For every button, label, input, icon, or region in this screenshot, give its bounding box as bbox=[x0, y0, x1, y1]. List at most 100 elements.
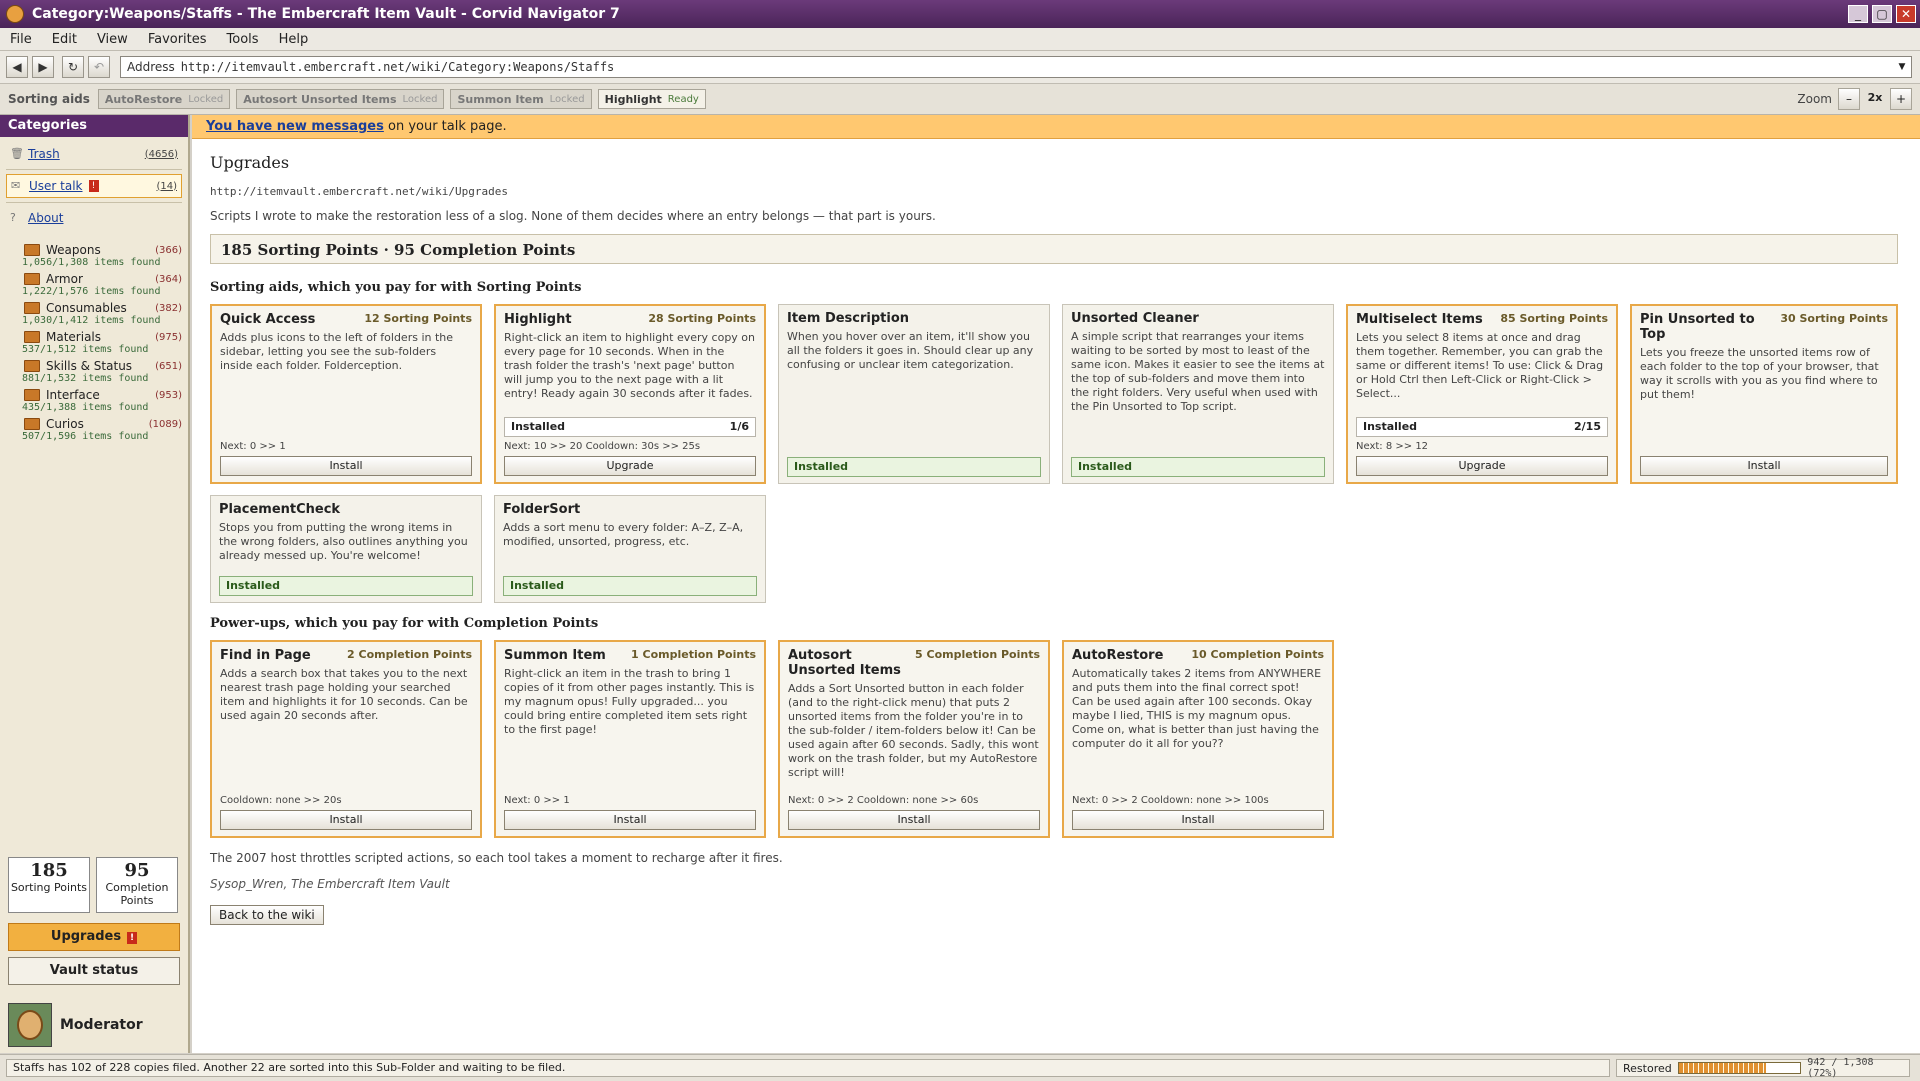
toolbar-summon-button[interactable]: Summon Item Locked bbox=[450, 89, 592, 109]
card-autosort-unsorted: Autosort Unsorted Items 5 Completion Poin… bbox=[778, 640, 1050, 838]
status-bar: Staffs has 102 of 228 copies filed. Anot… bbox=[0, 1054, 1920, 1081]
sidebar-item-trash[interactable]: 🗑 Trash (4656) bbox=[6, 143, 182, 165]
restored-count: 942 / 1,308 (72%) bbox=[1807, 1057, 1874, 1079]
about-link[interactable]: About bbox=[28, 211, 63, 225]
sorting-points-box: 185 Sorting Points bbox=[8, 857, 90, 913]
toolbar-label: Sorting aids bbox=[8, 92, 90, 106]
page-intro: Scripts I wrote to make the restoration … bbox=[210, 209, 936, 223]
menu-file[interactable]: File bbox=[0, 32, 42, 47]
section-sorting-aids: Sorting aids, which you pay for with Sor… bbox=[210, 280, 582, 295]
points-summary: 185 Sorting Points 95 Completion Points bbox=[8, 857, 184, 913]
card-highlight: Highlight 28 Sorting Points Right-click a… bbox=[494, 304, 766, 484]
zoom-out-button[interactable]: – bbox=[1838, 88, 1860, 110]
stop-icon: ↶ bbox=[93, 60, 105, 74]
new-messages-link[interactable]: You have new messages bbox=[206, 119, 384, 134]
upgrades-button[interactable]: Upgrades! bbox=[8, 923, 180, 951]
sidebar-divider bbox=[6, 202, 182, 203]
install-button[interactable]: Install bbox=[220, 456, 472, 476]
trash-link[interactable]: Trash bbox=[28, 147, 60, 161]
card-foldersort: FolderSort Adds a sort menu to every fol… bbox=[494, 495, 766, 603]
sidebar-item-user-talk[interactable]: ✉ User talk ! (14) bbox=[6, 174, 182, 198]
restored-label: Restored bbox=[1623, 1061, 1672, 1075]
install-button[interactable]: Install bbox=[504, 810, 756, 830]
card-find-in-page: Find in Page 2 Completion Points Adds a s… bbox=[210, 640, 482, 838]
card-quick-access: Quick Access 12 Sorting Points Adds plus … bbox=[210, 304, 482, 484]
installed-status: Installed bbox=[503, 576, 757, 596]
completion-points-box: 95 Completion Points bbox=[96, 857, 178, 913]
alert-badge: ! bbox=[127, 932, 138, 944]
back-to-wiki-button[interactable]: Back to the wiki bbox=[210, 905, 324, 925]
toolbar-highlight-button[interactable]: Highlight Ready bbox=[597, 89, 706, 109]
folder-consumables[interactable]: Consumables (382) 1,030/1,412 items found bbox=[22, 301, 182, 326]
vault-status-button[interactable]: Vault status bbox=[8, 957, 180, 985]
sorting-aids-toolbar: Sorting aids AutoRestore Locked Autosort … bbox=[0, 84, 1920, 115]
refresh-icon: ↻ bbox=[67, 60, 79, 74]
menu-tools[interactable]: Tools bbox=[217, 32, 269, 47]
maximize-button[interactable]: ▢ bbox=[1872, 5, 1892, 23]
upgrade-button[interactable]: Upgrade bbox=[1356, 456, 1608, 476]
card-pin-unsorted: Pin Unsorted to Top 30 Sorting Points Let… bbox=[1630, 304, 1898, 484]
refresh-button[interactable]: ↻ bbox=[62, 56, 84, 78]
address-bar: ◀ ▶ ↻ ↶ Address http://itemvault.embercr… bbox=[0, 51, 1920, 84]
folder-icon bbox=[24, 331, 40, 343]
menu-favorites[interactable]: Favorites bbox=[138, 32, 217, 47]
throttle-note: The 2007 host throttles scripted actions… bbox=[210, 851, 783, 865]
zoom-label: Zoom bbox=[1797, 92, 1832, 106]
card-summon-item: Summon Item 1 Completion Points Right-cli… bbox=[494, 640, 766, 838]
user-info: Moderator bbox=[8, 1003, 143, 1047]
folder-skills-status[interactable]: Skills & Status (651) 881/1,532 items foun… bbox=[22, 359, 182, 384]
page-url: http://itemvault.embercraft.net/wiki/Upg… bbox=[210, 185, 509, 198]
restored-progress: Restored 942 / 1,308 (72%) bbox=[1616, 1057, 1910, 1079]
menu-help[interactable]: Help bbox=[269, 32, 319, 47]
card-autorestore: AutoRestore 10 Completion Points Automati… bbox=[1062, 640, 1334, 838]
address-url[interactable]: http://itemvault.embercraft.net/wiki/Cat… bbox=[181, 60, 1893, 74]
username: Moderator bbox=[60, 1017, 143, 1033]
banner-text: on your talk page. bbox=[383, 119, 507, 134]
section-power-ups: Power-ups, which you pay for with Comple… bbox=[210, 616, 599, 631]
minimize-button[interactable]: _ bbox=[1848, 5, 1868, 23]
installed-status: Installed bbox=[1071, 457, 1325, 477]
alert-badge: ! bbox=[88, 180, 99, 192]
menu-view[interactable]: View bbox=[87, 32, 138, 47]
folder-icon bbox=[24, 418, 40, 430]
install-button[interactable]: Install bbox=[220, 810, 472, 830]
address-field[interactable]: Address http://itemvault.embercraft.net/… bbox=[120, 56, 1912, 78]
install-button[interactable]: Install bbox=[788, 810, 1040, 830]
folder-icon bbox=[24, 244, 40, 256]
restored-progress-fill bbox=[1678, 1063, 1767, 1073]
folder-icon bbox=[24, 389, 40, 401]
zoom-in-button[interactable]: + bbox=[1890, 88, 1912, 110]
sidebar-item-about[interactable]: ? About bbox=[6, 207, 182, 229]
upgrade-button[interactable]: Upgrade bbox=[504, 456, 756, 476]
folder-icon bbox=[24, 302, 40, 314]
user-talk-link[interactable]: User talk bbox=[29, 179, 83, 193]
folder-armor[interactable]: Armor (364) 1,222/1,576 items found bbox=[22, 272, 182, 297]
install-button[interactable]: Install bbox=[1072, 810, 1324, 830]
avatar[interactable] bbox=[8, 1003, 52, 1047]
folder-curios[interactable]: Curios (1089) 507/1,596 items found bbox=[22, 417, 182, 442]
stop-button[interactable]: ↶ bbox=[88, 56, 110, 78]
address-dropdown-icon[interactable]: ▼ bbox=[1893, 62, 1911, 72]
menu-edit[interactable]: Edit bbox=[42, 32, 87, 47]
signature: Sysop_Wren, The Embercraft Item Vault bbox=[210, 877, 450, 891]
folder-icon bbox=[24, 360, 40, 372]
card-placement-check: PlacementCheck Stops you from putting th… bbox=[210, 495, 482, 603]
dog-face-icon bbox=[17, 1010, 43, 1040]
toolbar-autorestore-button[interactable]: AutoRestore Locked bbox=[97, 89, 231, 109]
minus-icon: – bbox=[1846, 92, 1852, 106]
install-button[interactable]: Install bbox=[1640, 456, 1888, 476]
card-unsorted-cleaner: Unsorted Cleaner A simple script that re… bbox=[1062, 304, 1334, 484]
title-bar: Category:Weapons/Staffs - The Embercraft… bbox=[0, 0, 1920, 28]
toolbar-autosort-button[interactable]: Autosort Unsorted Items Locked bbox=[236, 89, 445, 109]
folder-materials[interactable]: Materials (975) 537/1,512 items found bbox=[22, 330, 182, 355]
user-talk-count: (14) bbox=[156, 180, 177, 192]
folder-weapons[interactable]: Weapons (366) 1,056/1,308 items found bbox=[22, 243, 182, 268]
card-multiselect-items: Multiselect Items 85 Sorting Points Lets … bbox=[1346, 304, 1618, 484]
installed-status: Installed bbox=[787, 457, 1041, 477]
folder-interface[interactable]: Interface (953) 435/1,388 items found bbox=[22, 388, 182, 413]
zoom-value: 2x bbox=[1867, 91, 1883, 104]
close-button[interactable]: ✕ bbox=[1896, 5, 1916, 23]
forward-button[interactable]: ▶ bbox=[32, 56, 54, 78]
back-button[interactable]: ◀ bbox=[6, 56, 28, 78]
points-banner: 185 Sorting Points · 95 Completion Point… bbox=[210, 234, 1898, 264]
